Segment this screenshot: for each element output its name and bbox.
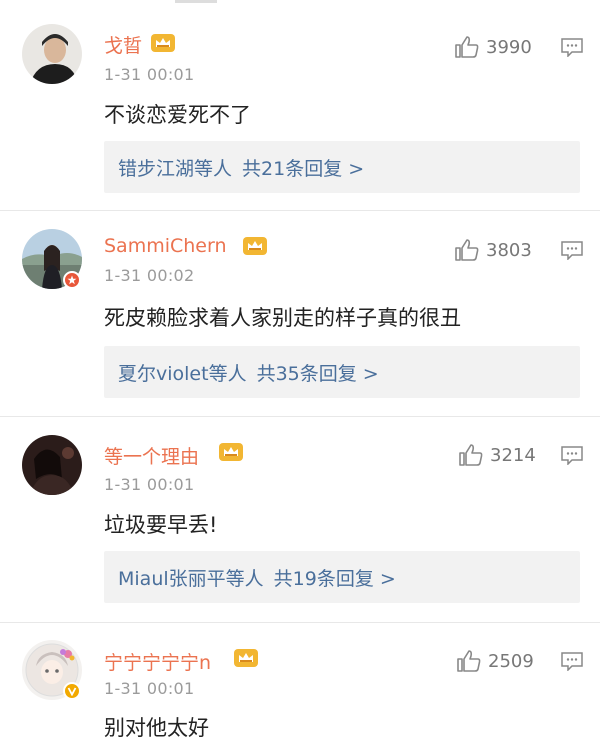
thumbs-up-icon	[455, 239, 479, 261]
username[interactable]: 戈晢	[104, 31, 142, 58]
crown-badge-icon	[150, 32, 176, 58]
comment-item: 宁宁宁宁宁n 1-31 00:01 2509 别对他太好	[0, 623, 600, 752]
thumbs-up-icon	[459, 444, 483, 466]
thumbs-up-icon	[455, 36, 479, 58]
comment-item: 等一个理由 1-31 00:01 3214 垃圾要早丢! Miaul张丽平等人 …	[0, 417, 600, 622]
comment-text: 别对他太好	[104, 716, 209, 740]
like-button[interactable]: 3214	[458, 443, 536, 467]
comment-menu-icon[interactable]	[560, 37, 584, 58]
replies-link[interactable]: 错步江湖等人 共21条回复 >	[104, 141, 580, 193]
username[interactable]: 等一个理由	[104, 442, 199, 469]
like-count: 3803	[486, 239, 532, 261]
avatar[interactable]	[22, 435, 82, 495]
comment-text: 垃圾要早丢!	[104, 513, 218, 537]
comment-menu-icon[interactable]	[560, 651, 584, 672]
replies-users: Miaul张丽平等人	[118, 567, 264, 590]
replies-link[interactable]: 夏尔violet等人 共35条回复 >	[104, 346, 580, 398]
crown-badge-icon	[218, 441, 244, 467]
avatar[interactable]	[22, 24, 82, 84]
comment-item: SammiChern 1-31 00:02 3803 死皮赖脸求着人家别走的样子…	[0, 211, 600, 416]
comment-time: 1-31 00:01	[104, 475, 195, 494]
like-button[interactable]: 3803	[454, 238, 532, 262]
comment-menu-icon[interactable]	[560, 445, 584, 466]
comment-text: 死皮赖脸求着人家别走的样子真的很丑	[104, 306, 461, 330]
comment-feed: 戈晢 1-31 00:01 3990 不谈恋爱死不了 错步江湖等人 共21条回复…	[0, 0, 600, 752]
comment-time: 1-31 00:02	[104, 266, 195, 285]
replies-count: 共35条回复 >	[256, 362, 379, 385]
comment-time: 1-31 00:01	[104, 679, 195, 698]
replies-count: 共19条回复 >	[273, 567, 396, 590]
username[interactable]: SammiChern	[104, 235, 227, 257]
comment-time: 1-31 00:01	[104, 65, 195, 84]
username[interactable]: 宁宁宁宁宁n	[104, 648, 211, 675]
like-button[interactable]: 3990	[454, 35, 532, 59]
crown-badge-icon	[233, 647, 259, 673]
like-count: 3214	[490, 444, 536, 466]
like-count: 2509	[488, 650, 534, 672]
replies-count: 共21条回复 >	[242, 157, 365, 180]
replies-users: 夏尔violet等人	[118, 362, 247, 385]
verified-badge-icon	[63, 682, 81, 700]
like-count: 3990	[486, 36, 532, 58]
replies-users: 错步江湖等人	[118, 157, 233, 180]
comment-menu-icon[interactable]	[560, 240, 584, 261]
verified-badge-icon	[63, 271, 81, 289]
comment-item: 戈晢 1-31 00:01 3990 不谈恋爱死不了 错步江湖等人 共21条回复…	[0, 0, 600, 210]
crown-badge-icon	[242, 235, 268, 261]
comment-text: 不谈恋爱死不了	[104, 103, 251, 127]
thumbs-up-icon	[457, 650, 481, 672]
like-button[interactable]: 2509	[456, 649, 534, 673]
replies-link[interactable]: Miaul张丽平等人 共19条回复 >	[104, 551, 580, 603]
